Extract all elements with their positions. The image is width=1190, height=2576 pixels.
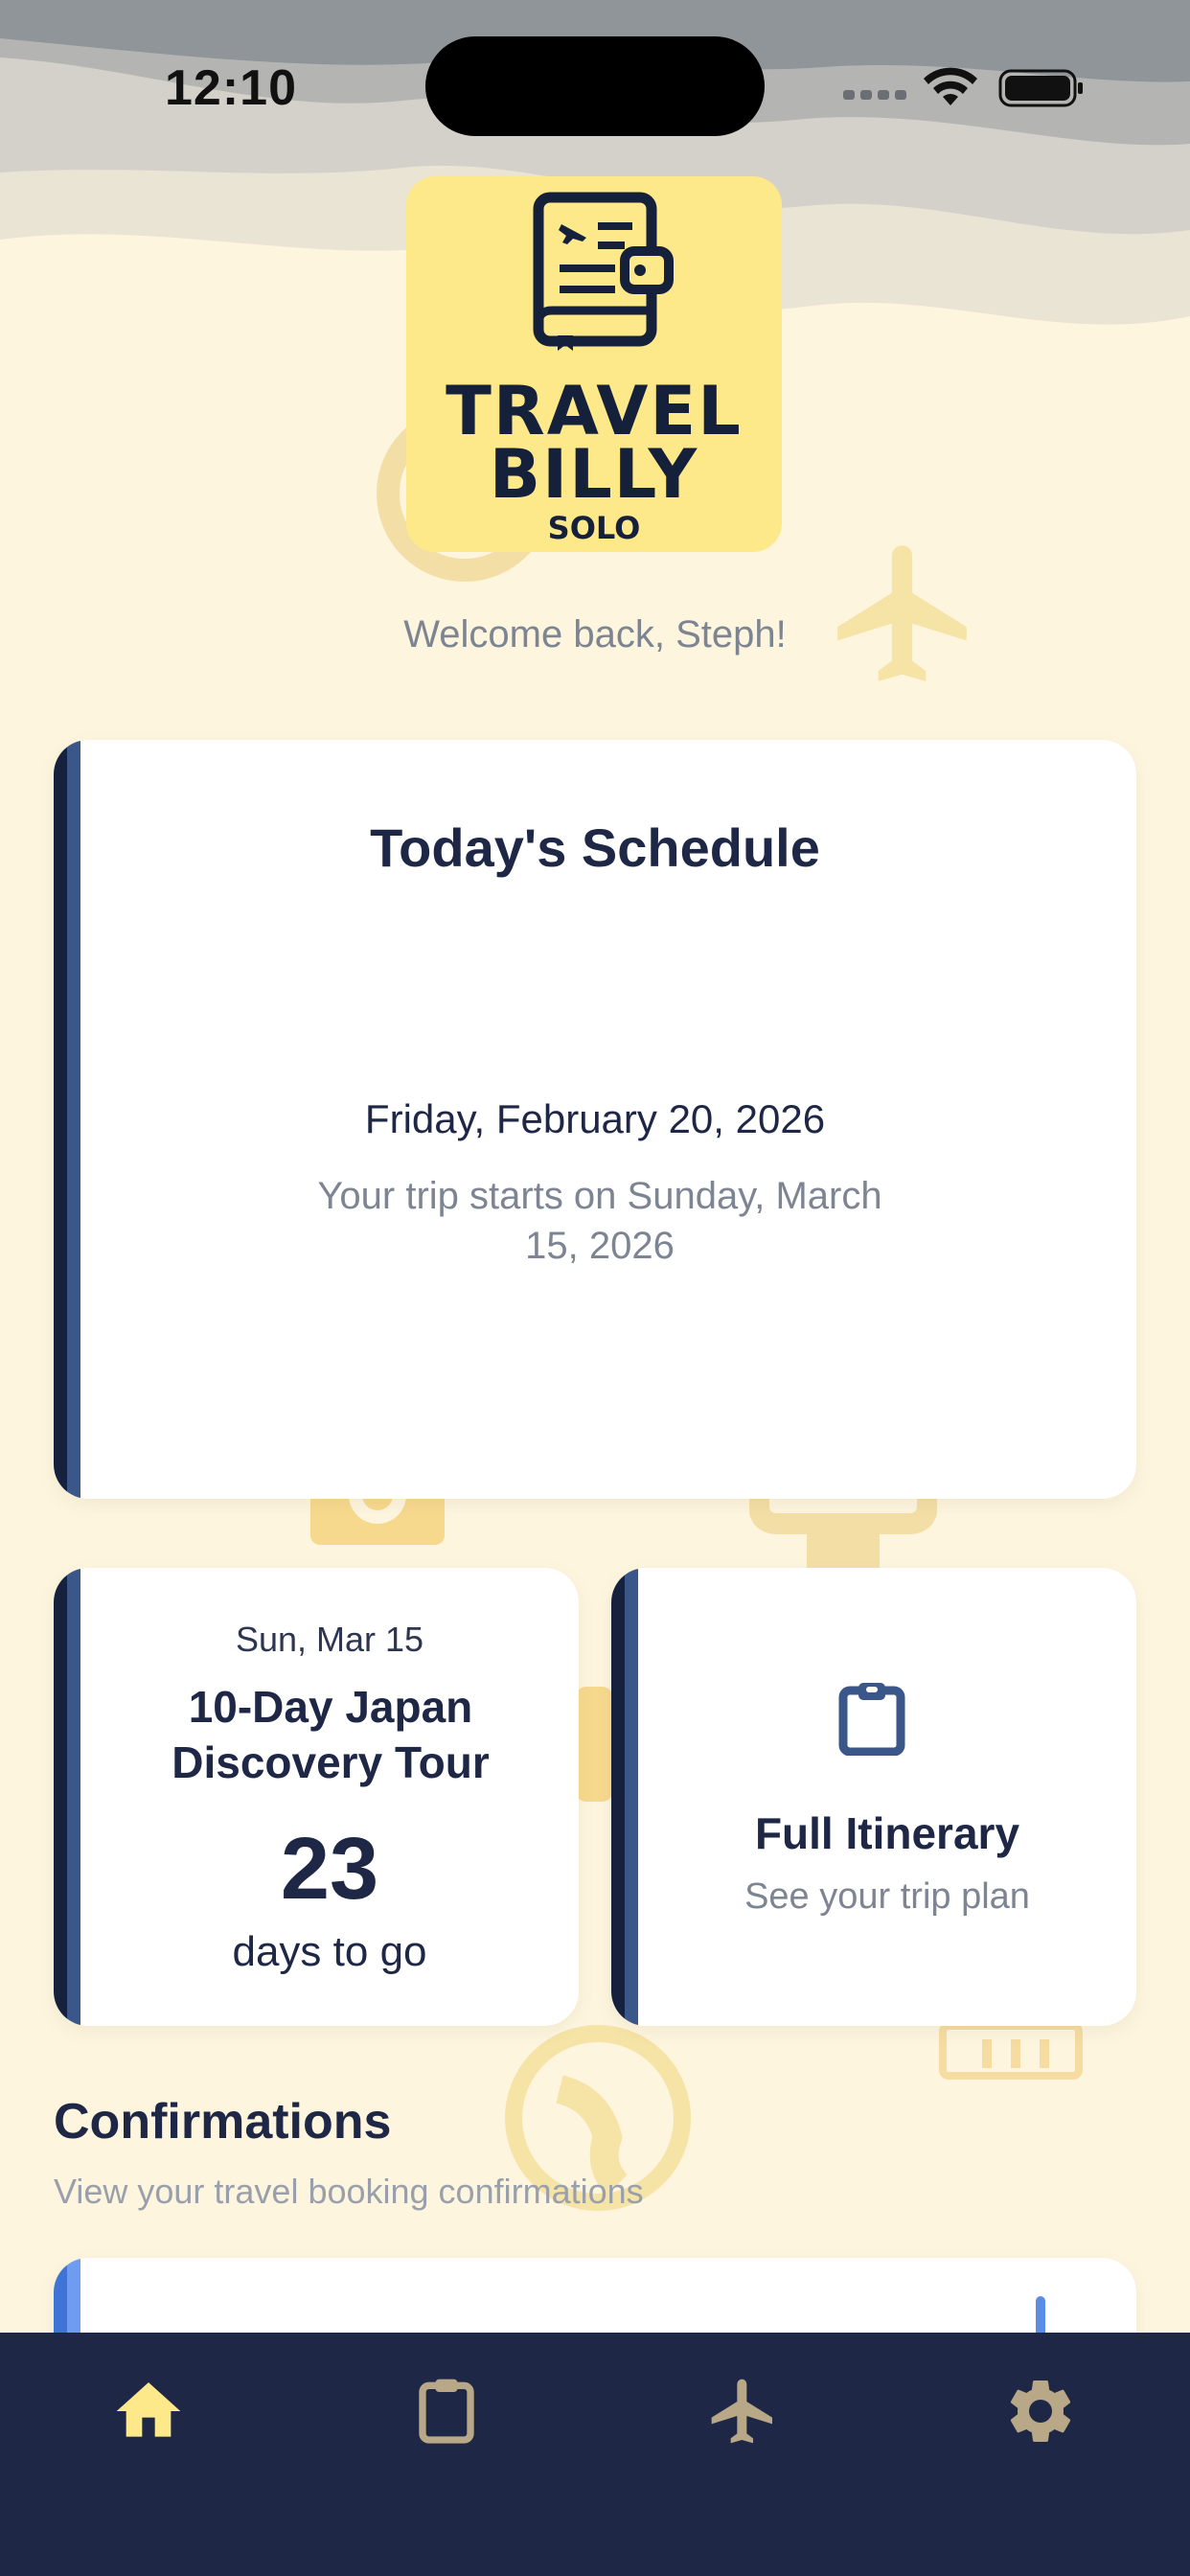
itinerary-subtitle: See your trip plan (744, 1876, 1030, 1917)
tab-flights[interactable] (705, 2373, 782, 2450)
cellular-icon (843, 90, 906, 100)
todays-schedule-card[interactable]: Today's Schedule Friday, February 20, 20… (54, 740, 1136, 1499)
app-logo: TRAVEL BILLY SOLO (406, 176, 782, 552)
confirmations-subtitle: View your travel booking confirmations (54, 2172, 644, 2211)
schedule-subtitle: Your trip starts on Sunday, March 15, 20… (317, 1175, 882, 1267)
welcome-message: Welcome back, Steph! (403, 613, 787, 656)
days-label: days to go (232, 1928, 427, 1975)
airplane-icon (711, 2379, 772, 2444)
wifi-icon (924, 67, 977, 105)
itinerary-title: Full Itinerary (754, 1808, 1020, 1858)
schedule-date: Friday, February 20, 2026 (364, 1096, 826, 1141)
status-icons (843, 67, 1083, 107)
travel-wallet-icon (533, 192, 674, 351)
confirmations-heading: Confirmations (54, 2094, 392, 2150)
logo-text-solo: SOLO (547, 510, 641, 546)
camera2-watermark-icon (575, 1687, 613, 1802)
days-count: 23 (280, 1820, 379, 1918)
gear-icon (1010, 2380, 1071, 2442)
tab-home[interactable] (110, 2373, 187, 2450)
card-accent-bar (54, 1568, 80, 2026)
dynamic-island (425, 36, 765, 136)
ticket-watermark-icon (939, 2022, 1083, 2080)
tab-settings[interactable] (1002, 2373, 1079, 2450)
clipboard-icon (419, 2379, 474, 2444)
trip-countdown-card[interactable]: Sun, Mar 15 10-Day Japan Discovery Tour … (54, 1568, 579, 2026)
trip-start-date: Sun, Mar 15 (235, 1620, 424, 1659)
trip-name: 10-Day Japan Discovery Tour (172, 1682, 490, 1787)
home-icon (116, 2382, 181, 2437)
battery-icon (998, 69, 1083, 107)
clipboard-icon (838, 1683, 905, 1756)
tab-itinerary[interactable] (408, 2373, 485, 2450)
bottom-tab-bar (0, 2333, 1190, 2576)
logo-text-billy: BILLY (489, 435, 699, 514)
card-accent-bar (611, 1568, 638, 2026)
full-itinerary-card[interactable]: Full Itinerary See your trip plan (611, 1568, 1136, 2026)
schedule-title: Today's Schedule (370, 817, 820, 878)
status-time: 12:10 (165, 60, 297, 116)
